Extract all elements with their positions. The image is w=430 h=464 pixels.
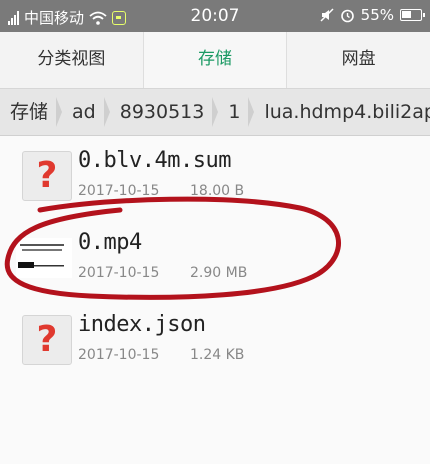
file-size: 2.90 MB xyxy=(190,265,248,281)
file-size: 18.00 B xyxy=(190,183,245,199)
tab-cloud-disk[interactable]: 网盘 xyxy=(287,32,430,88)
unknown-file-icon: ? xyxy=(22,151,72,201)
tab-category-view[interactable]: 分类视图 xyxy=(0,32,144,88)
breadcrumb-item[interactable]: ad xyxy=(62,89,110,135)
breadcrumb-item[interactable]: 1 xyxy=(218,89,255,135)
alarm-icon xyxy=(340,9,354,22)
status-bar: 中国移动 20:07 55% xyxy=(0,0,430,32)
unknown-file-icon: ? xyxy=(22,315,72,365)
file-row[interactable]: ? 0.blv.4m.sum 2017-10-15 18.00 B xyxy=(0,136,430,214)
status-right: 55% xyxy=(320,6,425,24)
file-name: 0.blv.4m.sum xyxy=(78,148,231,173)
battery-icon xyxy=(400,9,425,21)
breadcrumb-item[interactable]: lua.hdmp4.bili2api.48 xyxy=(254,89,430,135)
tab-bar: 分类视图 存储 网盘 xyxy=(0,32,430,89)
file-list: ? 0.blv.4m.sum 2017-10-15 18.00 B 0.mp4 … xyxy=(0,136,430,464)
file-size: 1.24 KB xyxy=(190,347,245,363)
file-row[interactable]: 0.mp4 2017-10-15 2.90 MB xyxy=(0,218,430,296)
breadcrumb-item[interactable]: 存储 xyxy=(0,89,63,135)
video-thumbnail xyxy=(16,238,72,278)
mute-icon xyxy=(320,8,334,22)
file-name: 0.mp4 xyxy=(78,230,142,255)
file-date: 2017-10-15 xyxy=(78,347,160,363)
file-name: index.json xyxy=(78,312,206,337)
battery-percent: 55% xyxy=(360,6,394,24)
breadcrumb-item[interactable]: 8930513 xyxy=(110,89,219,135)
breadcrumb: 存储 ad 8930513 1 lua.hdmp4.bili2api.48 xyxy=(0,89,430,136)
tab-storage[interactable]: 存储 xyxy=(143,32,288,88)
file-date: 2017-10-15 xyxy=(78,265,160,281)
file-date: 2017-10-15 xyxy=(78,183,160,199)
file-row[interactable]: ? index.json 2017-10-15 1.24 KB xyxy=(0,300,430,378)
